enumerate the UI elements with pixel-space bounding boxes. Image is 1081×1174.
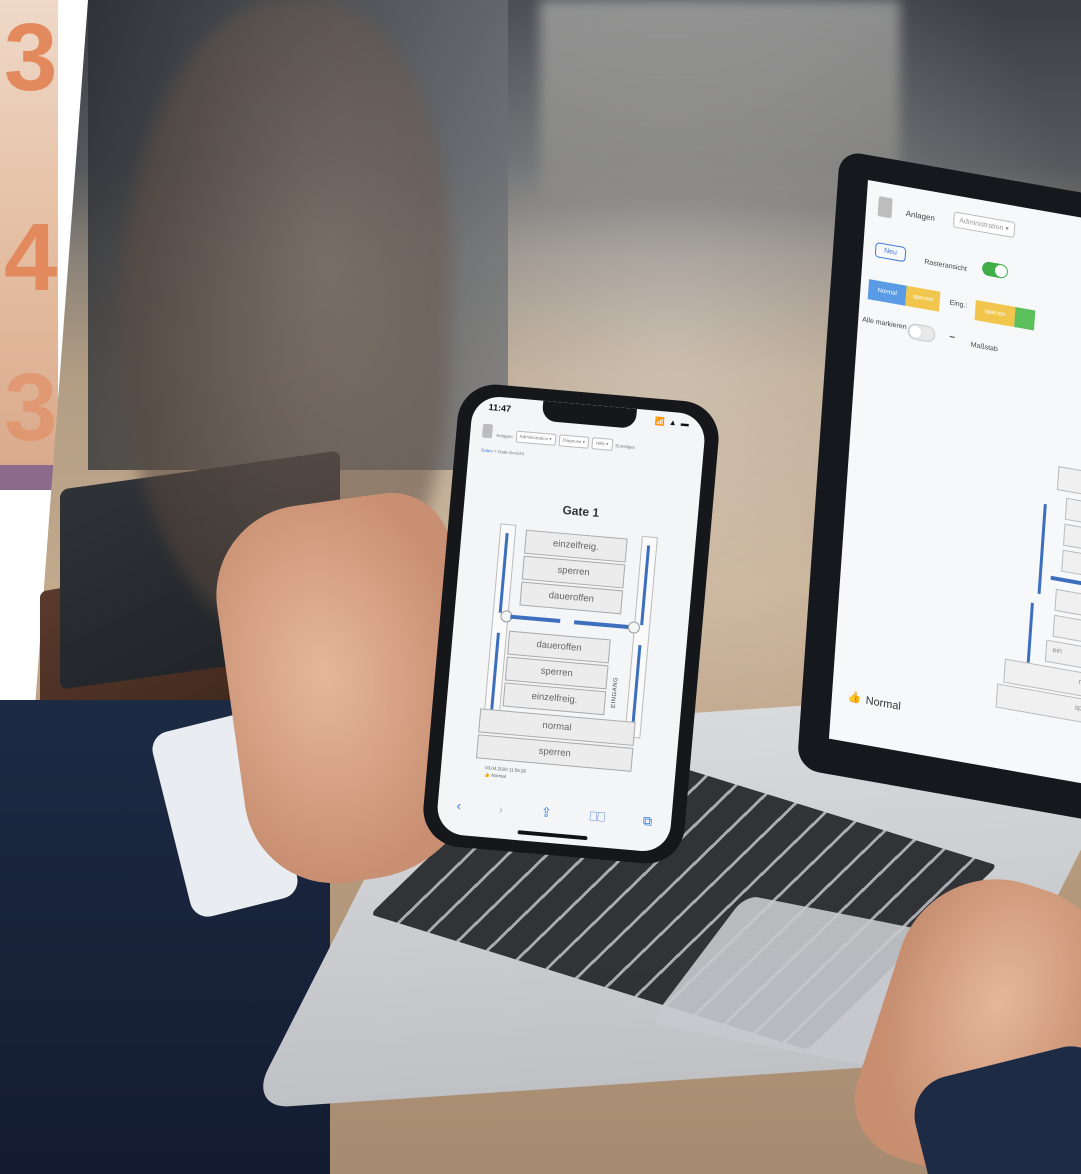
lock-button[interactable]: sperren [905,285,941,312]
nav-hilfe-dropdown[interactable]: Hilfe ▾ [591,437,613,451]
gate-diagram: ein n spe [995,459,1081,729]
app-nav: Anlagen Administration ▾ Diagnose ▾ Hilf… [496,429,636,453]
forward-icon[interactable]: › [498,801,504,816]
gate-button[interactable] [1056,466,1081,501]
status: 👍 Normal [484,772,506,780]
gate-button-label: ein [1052,646,1063,656]
phone-screen: 11:47 📶 ▲ ▬ Anlagen Administration ▾ Dia… [435,394,707,854]
grid-view-label: Rasteransicht [924,258,968,274]
select-all-label: Alle markieren [861,316,907,332]
nav-administration-dropdown[interactable]: Administration ▾ [952,211,1016,239]
entry-lock-button[interactable]: sperren [974,300,1016,327]
new-button[interactable]: Neu [874,241,907,263]
share-icon[interactable]: ⇪ [540,804,552,821]
laptop-screen: Anlagen Administration ▾ Neu Rasteransic… [828,180,1081,785]
scale-label: Maßstab [970,341,998,354]
normal-button[interactable]: Normal [867,279,907,306]
nav-diagnose-dropdown[interactable]: Diagnose ▾ [557,434,590,449]
gate-button-label: spe [1074,704,1081,714]
thumbs-up-icon: 👍 [484,772,491,778]
gate-rail [1037,503,1047,595]
photo-scene: 3 4 3 Anlagen Administration ▾ Neu Raste… [0,0,1081,1174]
left-rail-indicator [489,632,500,713]
gate-title: Gate 1 [561,502,600,521]
nav-administration-dropdown[interactable]: Administration ▾ [515,430,557,446]
nav-extra[interactable]: Sonstiges [615,443,635,450]
status-time: 11:47 [488,402,512,414]
gate-rail [1026,602,1034,663]
right-rail-indicator [631,644,642,725]
phone-notch [541,400,637,429]
breadcrumb: Gates > Gate-Ansicht [481,447,524,456]
entry-open-button[interactable] [1014,306,1036,331]
status-icons: 📶 ▲ ▬ [654,416,691,429]
poster-number: 4 [4,204,58,311]
nav-anlagen[interactable]: Anlagen [905,209,935,223]
app-logo-icon [481,423,494,439]
gate-bar-right [573,620,631,630]
right-rail [624,535,658,739]
zoom-out-button[interactable]: − [949,332,956,344]
breadcrumb-current: Gate-Ansicht [497,448,525,457]
nav-anlagen[interactable]: Anlagen [496,432,513,438]
breadcrumb-link[interactable]: Gates [481,447,493,453]
status-label: Normal [865,694,902,713]
status-text: Normal [491,772,507,779]
smartphone: 11:47 📶 ▲ ▬ Anlagen Administration ▾ Dia… [420,381,722,867]
right-rail-indicator [640,545,651,626]
select-all-toggle[interactable] [907,322,936,344]
thumbs-up-icon: 👍 [847,690,862,705]
entrance-label: EINGANG [610,676,620,709]
poster-number: 3 [4,4,58,111]
entry-label: Eing.: [949,299,968,310]
app-logo-icon [877,196,893,219]
grid-view-toggle[interactable] [981,260,1009,280]
gate-bar-left [510,614,561,624]
bookmarks-icon[interactable]: ⎕⎕ [589,808,606,825]
tabs-icon[interactable]: ⧉ [642,813,653,830]
poster-number: 3 [4,354,58,461]
left-rail-indicator [498,532,509,613]
poster-mat [0,465,58,490]
left-poster-strip: 3 4 3 [0,0,58,490]
back-icon[interactable]: ‹ [456,797,462,812]
